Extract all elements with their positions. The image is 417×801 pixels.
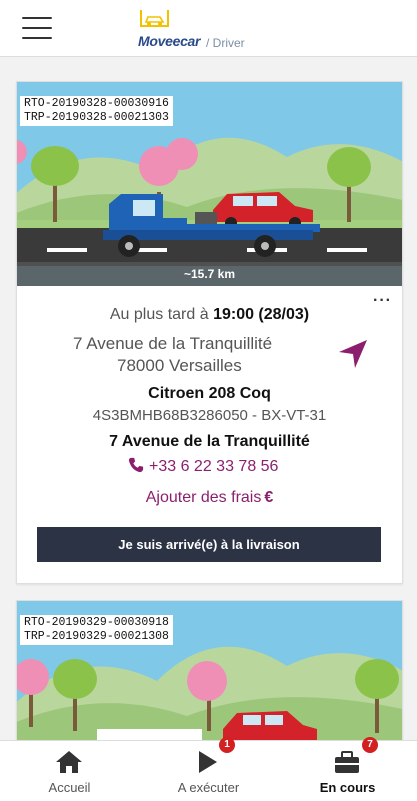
tab-en-cours[interactable]: 7 En cours xyxy=(278,737,417,801)
deadline-time: 19:00 (28/03) xyxy=(213,306,310,323)
navigation-arrow-icon[interactable] xyxy=(335,336,371,372)
tab-a-executer[interactable]: 1 A exécuter xyxy=(139,737,278,801)
phone-link[interactable]: +33 6 22 33 78 56 xyxy=(127,457,278,476)
app-header: Moveecar / Driver xyxy=(0,0,417,57)
trp-reference: TRP-20190329-00021308 xyxy=(24,630,169,643)
car-box-logo-icon xyxy=(140,10,169,27)
destination-address: 7 Avenue de la Tranquillité xyxy=(109,433,310,450)
tab-label: A exécuter xyxy=(177,780,240,795)
address-line-1: 7 Avenue de la Tranquillité xyxy=(73,334,273,353)
address-line-2: 78000 Versailles xyxy=(117,356,242,375)
car-model: Citroen 208 Coq xyxy=(148,385,271,402)
mission-card: RTO-20190329-00030918 TRP-20190329-00021… xyxy=(16,600,403,740)
add-fees-link[interactable]: Ajouter des frais € xyxy=(17,489,402,507)
logo-brand-text: Moveecar xyxy=(138,33,201,49)
tab-label: Accueil xyxy=(48,780,91,795)
reference-codes: RTO-20190329-00030918 TRP-20190329-00021… xyxy=(20,615,173,645)
phone-number: +33 6 22 33 78 56 xyxy=(149,458,279,475)
briefcase-icon xyxy=(335,751,359,773)
hamburger-menu-icon[interactable] xyxy=(22,16,52,40)
notification-badge: 1 xyxy=(219,737,235,753)
mission-card: RTO-20190328-00030916 TRP-20190328-00021… xyxy=(16,81,403,584)
home-icon xyxy=(56,751,82,773)
add-fees-label: Ajouter des frais xyxy=(145,489,262,506)
deadline-text: Au plus tard à 19:00 (28/03) xyxy=(17,306,402,324)
play-icon xyxy=(199,751,217,773)
car-identifiers: 4S3BMHB68B3286050 - BX-VT-31 xyxy=(92,407,327,424)
bottom-tab-bar: Accueil 1 A exécuter 7 En cours xyxy=(0,737,417,801)
logo-subtitle: / Driver xyxy=(206,36,245,50)
notification-badge: 7 xyxy=(362,737,378,753)
deadline-prefix: Au plus tard à xyxy=(109,306,209,323)
euro-icon: € xyxy=(264,489,274,506)
tab-label: En cours xyxy=(319,780,376,795)
rto-reference: RTO-20190328-00030916 xyxy=(24,97,169,110)
trp-reference: TRP-20190328-00021303 xyxy=(24,111,169,124)
reference-codes: RTO-20190328-00030916 TRP-20190328-00021… xyxy=(20,96,173,126)
rto-reference: RTO-20190329-00030918 xyxy=(24,616,169,629)
mission-list[interactable]: RTO-20190328-00030916 TRP-20190328-00021… xyxy=(0,57,417,740)
app-logo: Moveecar / Driver xyxy=(138,6,278,52)
arrived-at-delivery-button[interactable]: Je suis arrivé(e) à la livraison xyxy=(37,527,381,562)
phone-icon xyxy=(128,457,144,473)
delivery-illustration: RTO-20190328-00030916 TRP-20190328-00021… xyxy=(17,82,402,286)
tab-accueil[interactable]: Accueil xyxy=(0,741,139,801)
delivery-illustration: RTO-20190329-00030918 TRP-20190329-00021… xyxy=(17,601,402,740)
distance-label: ~15.7 km xyxy=(17,262,402,286)
